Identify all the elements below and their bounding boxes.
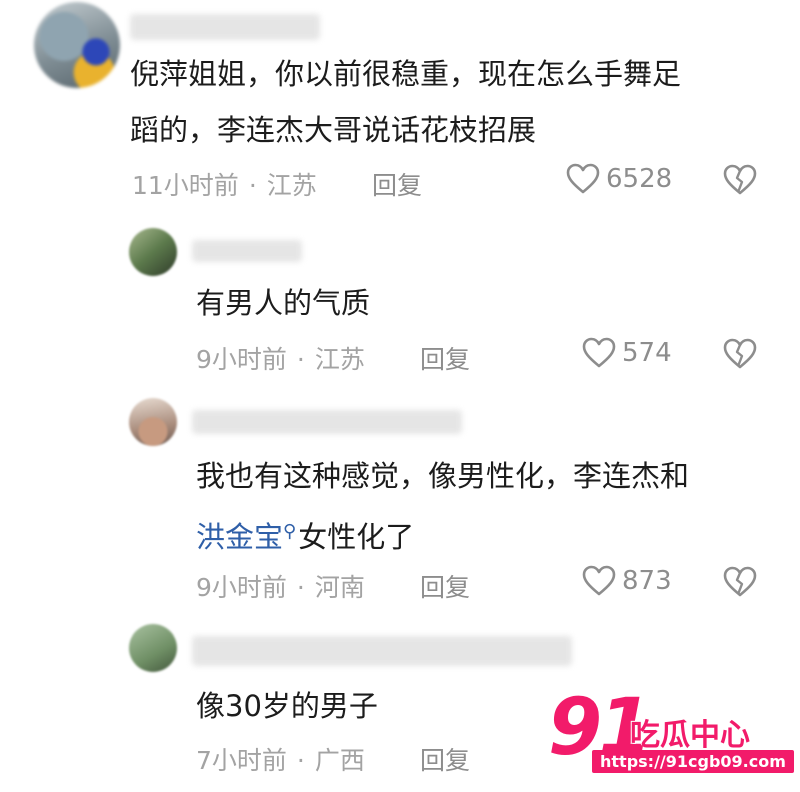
meta-separator: ·: [296, 345, 305, 374]
broken-heart-icon: [722, 566, 758, 598]
meta-separator: ·: [296, 573, 305, 602]
reply-meta: 7小时前 · 广西: [196, 741, 365, 777]
reply-text: 像30岁的男子: [196, 689, 378, 723]
meta-separator: ·: [296, 746, 305, 775]
meta-separator: ·: [248, 171, 257, 200]
like-button[interactable]: 6528: [566, 163, 672, 195]
username-blurred[interactable]: [192, 240, 302, 262]
reply-text: 我也有这种感觉，像男性化，李连杰和: [196, 448, 689, 504]
reply-button[interactable]: 回复: [420, 568, 470, 604]
reply-button[interactable]: 回复: [420, 340, 470, 376]
comment-text: 倪萍姐姐，你以前很稳重，现在怎么手舞足: [130, 46, 681, 102]
username-blurred[interactable]: [130, 14, 320, 40]
watermark-url: https://91cgb09.com: [592, 750, 794, 773]
reply-location: 河南: [314, 573, 365, 602]
dislike-button[interactable]: [722, 338, 758, 370]
like-button[interactable]: 873: [582, 565, 672, 597]
reply-text-line: 女性化了: [298, 520, 415, 554]
reply-time: 9小时前: [196, 345, 287, 374]
like-count: 6528: [606, 164, 673, 194]
broken-heart-icon: [722, 338, 758, 370]
comment-location: 江苏: [266, 171, 317, 200]
reply-time: 7小时前: [196, 746, 287, 775]
search-icon[interactable]: ⚲: [283, 521, 296, 542]
comment-meta: 11小时前 · 江苏: [132, 166, 317, 202]
username-blurred[interactable]: [192, 410, 462, 434]
like-button[interactable]: 574: [582, 337, 672, 369]
reply-meta: 9小时前 · 河南: [196, 568, 365, 604]
dislike-button[interactable]: [722, 164, 758, 196]
heart-outline-icon: [582, 337, 616, 369]
reply-button[interactable]: 回复: [420, 741, 470, 777]
avatar[interactable]: [129, 398, 177, 446]
avatar[interactable]: [129, 228, 177, 276]
heart-outline-icon: [566, 163, 600, 195]
reply-button[interactable]: 回复: [372, 166, 422, 202]
watermark-logo: 91 吃瓜中心 https://91cgb09.com: [548, 688, 794, 784]
avatar[interactable]: [129, 624, 177, 672]
comment-text-line: 倪萍姐姐，你以前很稳重，现在怎么手舞足: [130, 57, 682, 91]
broken-heart-icon: [722, 164, 758, 196]
mention-link[interactable]: 洪金宝: [196, 520, 283, 554]
heart-outline-icon: [582, 565, 616, 597]
like-count: 574: [622, 338, 672, 368]
comment-time: 11小时前: [132, 171, 239, 200]
reply-text: 洪金宝⚲女性化了: [196, 504, 414, 565]
dislike-button[interactable]: [722, 566, 758, 598]
reply-time: 9小时前: [196, 573, 287, 602]
avatar[interactable]: [34, 2, 120, 88]
like-count: 873: [622, 566, 672, 596]
comment-text: 蹈的，李连杰大哥说话花枝招展: [130, 102, 536, 158]
reply-location: 广西: [314, 746, 365, 775]
reply-text-line: 我也有这种感觉，像男性化，李连杰和: [196, 459, 690, 493]
watermark-name: 吃瓜中心: [630, 718, 750, 753]
reply-text: 有男人的气质: [196, 286, 371, 320]
reply-meta: 9小时前 · 江苏: [196, 340, 365, 376]
comment-text-line: 蹈的，李连杰大哥说话花枝招展: [130, 113, 537, 147]
username-blurred[interactable]: [192, 636, 572, 666]
reply-location: 江苏: [314, 345, 365, 374]
